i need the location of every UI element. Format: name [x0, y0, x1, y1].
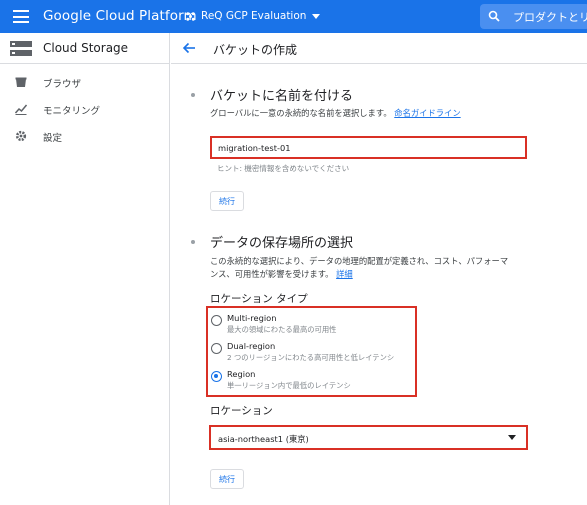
search-placeholder: プロダクトとリ: [513, 11, 587, 24]
location-type-radio-group: Multi-region 最大の領域にわたる最高の可用性 Dual-region…: [206, 306, 417, 397]
arrow-back-icon[interactable]: [182, 41, 196, 55]
section-location-title: データの保存場所の選択: [210, 236, 354, 251]
bucket-name-hint: ヒント: 機密情報を含めないでください: [217, 164, 350, 173]
top-app-bar: Google Cloud Platform ReQ GCP Evaluation…: [0, 0, 587, 33]
details-link[interactable]: 詳細: [336, 269, 353, 279]
radio-dual-region[interactable]: [211, 343, 222, 354]
bucket-icon: [15, 77, 27, 87]
sidebar-item-settings[interactable]: 設定: [0, 125, 169, 149]
bucket-name-field[interactable]: [210, 136, 527, 159]
radio-sublabel: 2 つのリージョンにわたる高可用性と低レイテンシ: [227, 353, 395, 362]
radio-sublabel: 最大の領域にわたる最高の可用性: [227, 325, 337, 334]
location-label: ロケーション: [210, 405, 273, 417]
continue-button[interactable]: 続行: [210, 191, 244, 211]
page-header: バケットの作成: [171, 33, 587, 64]
project-icon: [186, 11, 195, 21]
step-bullet: [191, 240, 195, 244]
radio-sublabel: 単一リージョン内で最低のレイテンシ: [227, 381, 351, 390]
sidebar-item-label: 設定: [43, 133, 63, 144]
description-text: グローバルに一意の永続的な名前を選択します。: [210, 108, 392, 118]
gear-icon: [15, 130, 27, 142]
continue-button[interactable]: 続行: [210, 469, 244, 489]
location-select[interactable]: asia-northeast1 (東京): [209, 425, 528, 450]
page-title: バケットの作成: [213, 43, 298, 57]
dropdown-arrow-icon: [508, 435, 516, 440]
sidebar-item-label: モニタリング: [43, 106, 101, 117]
radio-multi-region[interactable]: [211, 315, 222, 326]
storage-icon: [10, 41, 32, 56]
sidebar-item-monitoring[interactable]: モニタリング: [0, 98, 169, 122]
naming-guidelines-link[interactable]: 命名ガイドライン: [394, 108, 460, 118]
sidebar-item-label: ブラウザ: [43, 79, 82, 90]
menu-icon[interactable]: [13, 10, 29, 23]
search-input[interactable]: プロダクトとリ: [480, 4, 587, 29]
sidebar-title: Cloud Storage: [43, 41, 129, 55]
sidebar-item-browser[interactable]: ブラウザ: [0, 71, 169, 95]
section-location-description: この永続的な選択により、データの地理的配置が定義され、コスト、パフォーマ ンス、…: [210, 255, 508, 281]
description-line-2: ンス、可用性が影響を受けます。: [210, 269, 334, 279]
monitoring-icon: [15, 104, 27, 115]
search-icon: [488, 10, 500, 22]
sidebar-header: Cloud Storage: [0, 33, 169, 64]
section-name-description: グローバルに一意の永続的な名前を選択します。 命名ガイドライン: [210, 107, 461, 120]
location-select-value: asia-northeast1 (東京): [218, 434, 309, 444]
radio-label[interactable]: Region: [227, 369, 255, 379]
description-line-1: この永続的な選択により、データの地理的配置が定義され、コスト、パフォーマ: [210, 256, 509, 266]
brand-title[interactable]: Google Cloud Platform: [43, 8, 197, 24]
radio-region[interactable]: [211, 371, 222, 382]
section-name-title: バケットに名前を付ける: [210, 89, 354, 104]
project-name: ReQ GCP Evaluation: [201, 10, 307, 22]
bucket-name-input[interactable]: [218, 141, 518, 155]
sidebar: Cloud Storage ブラウザ モニタリング 設定: [0, 33, 170, 505]
radio-label[interactable]: Dual-region: [227, 341, 275, 351]
chevron-down-icon: [312, 13, 321, 19]
radio-label[interactable]: Multi-region: [227, 313, 277, 323]
step-bullet: [191, 93, 195, 97]
location-type-label: ロケーション タイプ: [210, 293, 308, 305]
project-selector[interactable]: ReQ GCP Evaluation: [185, 10, 321, 22]
